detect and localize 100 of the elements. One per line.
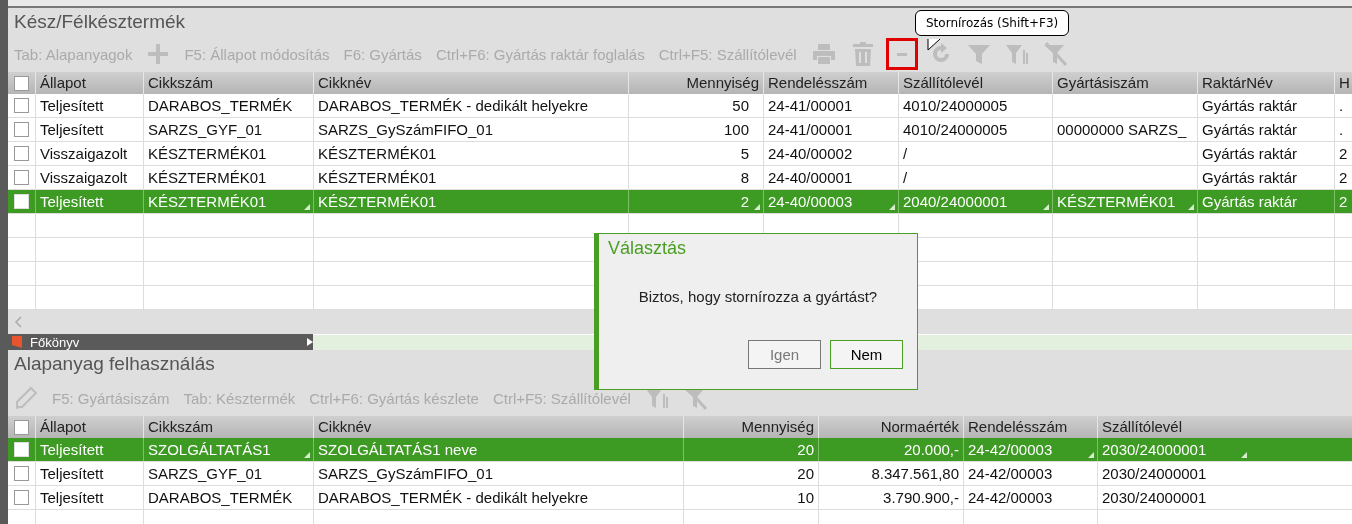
table-cell: DARABOS_TERMÉK <box>148 489 293 506</box>
table-row[interactable]: Teljesített DARABOS_TERMÉK DARABOS_TERMÉK - dedikált helyekre 10 3.790.900,- 24-42/00003 2030/24000001 <box>8 486 1352 510</box>
filter-icon[interactable] <box>966 42 991 66</box>
table-cell: KÉSZTERMÉK01 <box>318 145 437 162</box>
corner-icon <box>754 204 760 210</box>
panel-title: Alapanyag felhasználás <box>14 352 215 376</box>
table-cell: SARZS_GYF_01 <box>148 121 263 138</box>
table-cell: SARZS_GySzámFIFO_01 <box>318 465 494 482</box>
tooltip: Stornírozás (Shift+F3) <box>915 10 1070 36</box>
table-cell: SZOLGÁLTATÁS1 <box>148 441 271 458</box>
table-cell: Gyártás raktár <box>1202 97 1298 114</box>
table-cell: SARZS_GySzámFIFO_01 <box>318 121 494 138</box>
table-cell: 8.347.561,80 <box>871 465 959 482</box>
table-row[interactable]: Teljesített SARZS_GYF_01 SARZS_GySzámFIFO_01 100 24-41/00001 4010/24000005 00000000 SARZS_ Gyártás raktár . <box>8 118 1352 142</box>
panel-title: Kész/Félkésztermék <box>14 10 186 34</box>
table-cell: 100 <box>723 121 749 138</box>
table-cell: DARABOS_TERMÉK - dedikált helyekre <box>318 489 589 506</box>
table-row[interactable]: Teljesített SZOLGÁLTATÁS1 SZOLGÁLTATÁS1 neve 20 20.000,- 24-42/00003 2030/24000001 <box>8 438 1352 462</box>
table-cell: KÉSZTERMÉK01 <box>148 169 267 186</box>
table-cell: Visszaigazolt <box>40 145 128 162</box>
table-cell: / <box>903 145 908 162</box>
table-cell: 2030/24000001 <box>1102 441 1207 458</box>
dialog-message: Biztos, hogy stornírozza a gyártást? <box>637 288 879 305</box>
table-cell: KÉSZTERMÉK01 <box>148 145 267 162</box>
dialog-title: Választás <box>607 237 688 259</box>
row-checkbox[interactable] <box>14 466 29 481</box>
printer-icon[interactable] <box>810 42 837 66</box>
storno-icon[interactable] <box>888 41 915 67</box>
table-cell: KÉSZTERMÉK01 <box>148 193 267 210</box>
table-cell: 00000000 SARZS_ <box>1057 121 1187 138</box>
scroll-left-icon[interactable] <box>14 316 22 328</box>
clear-filter-icon[interactable] <box>1042 42 1067 66</box>
corner-icon <box>1241 452 1247 458</box>
table-cell: 2 <box>1339 193 1348 210</box>
table-cell: 24-40/00001 <box>768 169 853 186</box>
corner-icon <box>304 204 310 210</box>
table-cell: Visszaigazolt <box>40 169 128 186</box>
corner-icon <box>889 204 895 210</box>
table-cell: 2030/24000001 <box>1102 489 1207 506</box>
row-checkbox[interactable] <box>14 98 29 113</box>
bookmark-icon <box>12 336 22 348</box>
row-checkbox[interactable] <box>14 170 29 185</box>
select-all-checkbox[interactable] <box>14 75 29 91</box>
row-checkbox[interactable] <box>14 122 29 137</box>
trash-icon[interactable] <box>850 41 875 67</box>
dialog-button[interactable]: Nem <box>830 340 903 369</box>
table-cell: 24-42/00003 <box>968 465 1053 482</box>
table-cell: 2 <box>1339 169 1348 186</box>
tooltip-pointer <box>927 39 941 51</box>
table-cell: 3.790.900,- <box>883 489 959 506</box>
table-cell: 24-41/00001 <box>768 97 853 114</box>
row-checkbox[interactable] <box>14 490 29 505</box>
row-checkbox[interactable] <box>14 146 29 161</box>
table-cell: DARABOS_TERMÉK - dedikált helyekre <box>318 97 589 114</box>
table-cell: Teljesített <box>40 489 104 506</box>
table-cell: 2 <box>1339 145 1348 162</box>
table-cell: Gyártás raktár <box>1202 169 1298 186</box>
table-cell: 24-42/00003 <box>968 441 1053 458</box>
table-cell: Teljesített <box>40 193 104 210</box>
table-cell: 20.000,- <box>903 441 959 458</box>
table-cell: Gyártás raktár <box>1202 145 1298 162</box>
table-cell: KÉSZTERMÉK01 <box>318 193 437 210</box>
menu-item[interactable]: Főkönyv <box>8 334 313 350</box>
table-cell: / <box>903 169 908 186</box>
table-cell: 2030/24000001 <box>1102 465 1207 482</box>
table-cell: 20 <box>797 465 814 482</box>
corner-icon <box>1088 452 1094 458</box>
table-cell: Teljesített <box>40 121 104 138</box>
table-row[interactable]: Teljesített DARABOS_TERMÉK DARABOS_TERMÉK - dedikált helyekre 50 24-41/00001 4010/24000005 Gyártás raktár . <box>8 94 1352 118</box>
table-row[interactable]: Visszaigazolt KÉSZTERMÉK01 KÉSZTERMÉK01 8 24-40/00001 / Gyártás raktár 2 <box>8 166 1352 190</box>
table-cell: 20 <box>797 441 814 458</box>
table-cell: 2 <box>740 193 749 210</box>
table-cell: 2040/24000001 <box>903 193 1008 210</box>
pencil-icon[interactable] <box>14 386 38 410</box>
table-cell: . <box>1339 121 1344 138</box>
table-cell: DARABOS_TERMÉK <box>148 97 293 114</box>
table-cell: 50 <box>732 97 749 114</box>
table-cell: . <box>1339 97 1344 114</box>
table-cell: 4010/24000005 <box>903 97 1008 114</box>
table-cell: 24-41/00001 <box>768 121 853 138</box>
table-cell: 24-42/00003 <box>968 489 1053 506</box>
select-all-checkbox[interactable] <box>14 419 29 435</box>
table-cell: Teljesített <box>40 441 104 458</box>
table-cell: 24-40/00003 <box>768 193 853 210</box>
table-cell: Gyártás raktár <box>1202 121 1298 138</box>
dialog-button[interactable]: Igen <box>748 340 821 369</box>
table-cell: Teljesített <box>40 97 104 114</box>
table-row[interactable]: Teljesített SARZS_GYF_01 SARZS_GySzámFIFO_01 20 8.347.561,80 24-42/00003 2030/24000001 <box>8 462 1352 486</box>
table-row[interactable]: Teljesített KÉSZTERMÉK01 KÉSZTERMÉK01 2 24-40/00003 2040/24000001 KÉSZTERMÉK01 Gyártás raktár 2 <box>8 190 1352 214</box>
table-cell: SZOLGÁLTATÁS1 neve <box>318 441 478 458</box>
filter-icon[interactable] <box>1004 42 1029 66</box>
table-cell: 5 <box>740 145 749 162</box>
table-row[interactable]: Visszaigazolt KÉSZTERMÉK01 KÉSZTERMÉK01 5 24-40/00002 / Gyártás raktár 2 <box>8 142 1352 166</box>
table-cell: Gyártás raktár <box>1202 193 1298 210</box>
table-cell: KÉSZTERMÉK01 <box>318 169 437 186</box>
table-cell: 24-40/00002 <box>768 145 853 162</box>
table-cell: KÉSZTERMÉK01 <box>1057 193 1176 210</box>
plus-icon[interactable] <box>146 42 171 66</box>
table-cell: 8 <box>740 169 749 186</box>
corner-icon <box>1043 204 1049 210</box>
